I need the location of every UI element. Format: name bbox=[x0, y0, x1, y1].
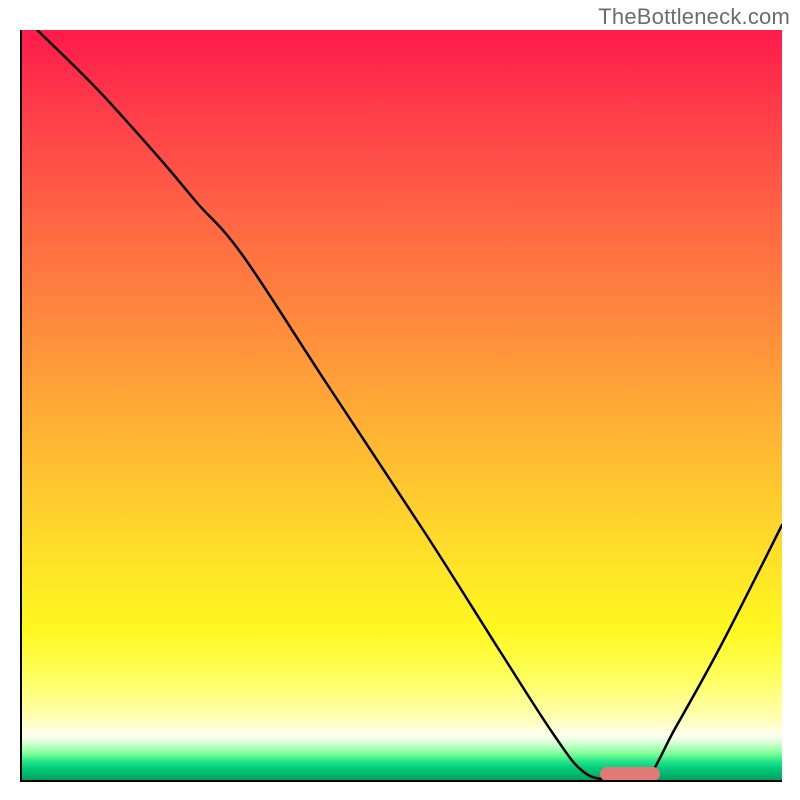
plot-area bbox=[20, 30, 782, 782]
chart-container: TheBottleneck.com bbox=[0, 0, 800, 800]
attribution-text: TheBottleneck.com bbox=[598, 4, 790, 30]
optimal-marker bbox=[600, 767, 660, 781]
gradient-background bbox=[22, 30, 782, 780]
